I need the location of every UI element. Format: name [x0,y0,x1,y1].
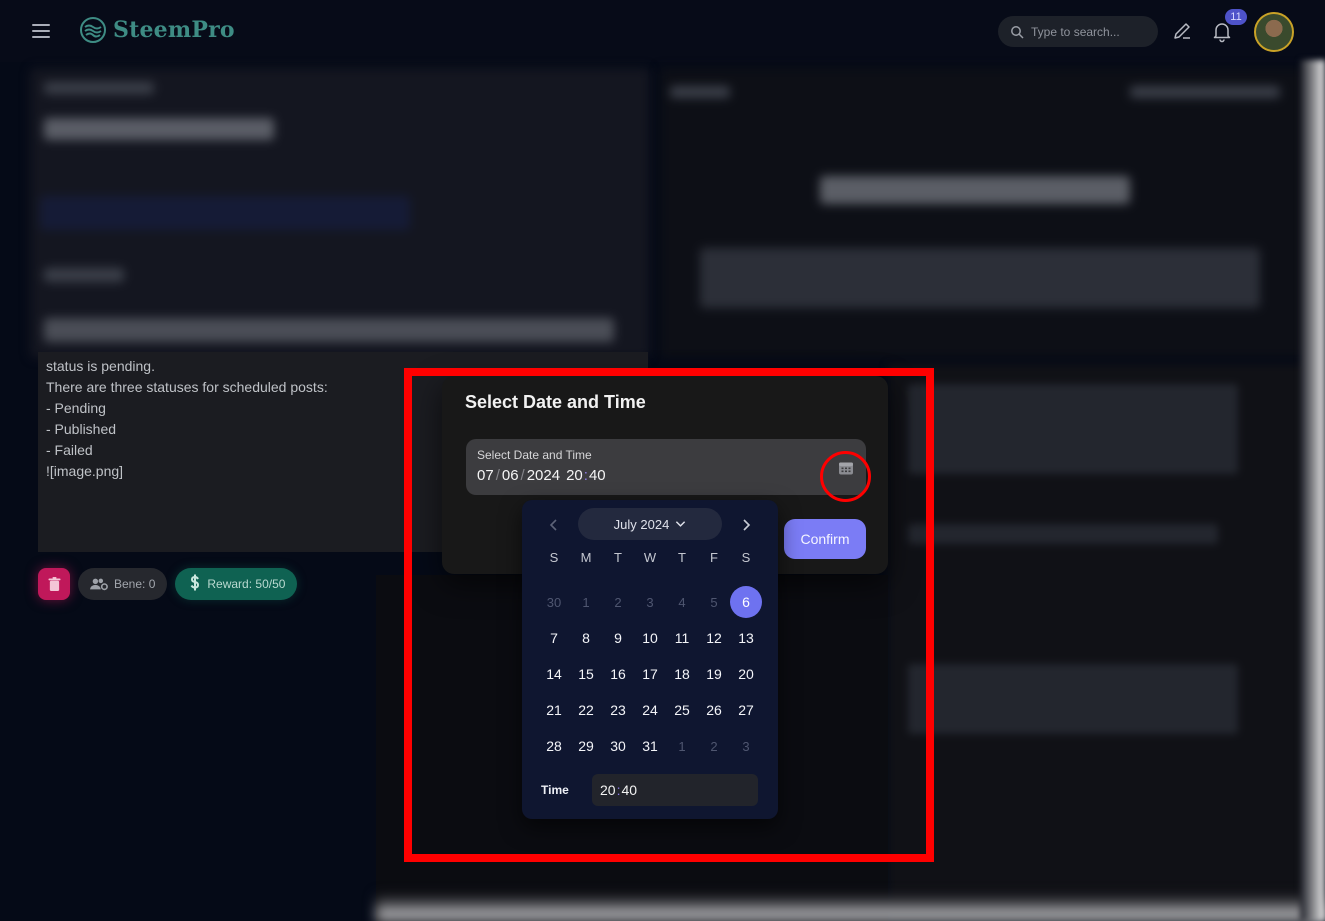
user-avatar[interactable] [1254,12,1294,52]
page-backdrop-edge [1300,60,1325,921]
blurred-preview-panel [660,68,1305,358]
post-actions-bar: Bene: 0 Reward: 50/50 [38,568,298,600]
top-navbar: SteemPro 11 [0,0,1325,62]
reward-label: Reward: 50/50 [207,577,286,591]
highlight-annotation-box [404,368,934,862]
hamburger-menu-icon[interactable] [30,20,54,42]
beneficiaries-button[interactable]: Bene: 0 [78,568,168,600]
reward-button[interactable]: Reward: 50/50 [175,568,298,600]
blurred-editor-panel [30,68,650,358]
app-logo[interactable]: SteemPro [79,16,235,44]
highlight-annotation-circle [820,451,871,502]
search-icon [1011,25,1024,39]
steempro-logo-icon [80,17,106,43]
search-input[interactable] [1031,24,1151,39]
bene-label: Bene: 0 [114,577,156,591]
users-cog-icon [90,578,108,591]
trash-icon [47,576,61,591]
notification-count-badge: 11 [1225,9,1247,25]
search-box[interactable] [998,16,1158,47]
dollar-icon [190,574,200,591]
blurred-preview-content [888,364,1308,921]
write-post-icon[interactable] [1171,20,1193,42]
delete-button[interactable] [38,568,70,600]
page-backdrop-bottom [376,895,1325,921]
app-name: SteemPro [113,17,235,43]
